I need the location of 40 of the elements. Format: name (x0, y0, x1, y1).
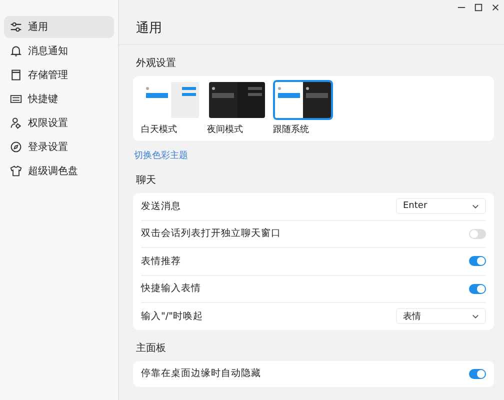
setting-label: 输入"/"时唤起 (141, 310, 203, 323)
theme-option[interactable] (207, 80, 267, 120)
people-icon (10, 117, 22, 129)
section-heading: 外观设置 (135, 56, 177, 71)
section-heading: 聊天 (135, 174, 157, 188)
theme-label: 夜间模式 (207, 124, 244, 136)
toggle-switch[interactable] (469, 368, 486, 379)
toggle-switch[interactable] (469, 284, 486, 294)
sidebar-item[interactable]: 权限设置 (4, 112, 114, 134)
sidebar-item[interactable]: 消息通知 (4, 40, 114, 62)
sidebar-item[interactable]: 快捷键 (4, 88, 114, 110)
sidebar-item[interactable]: 登录设置 (4, 136, 114, 158)
theme-color-link[interactable]: 切换色彩主题 (133, 141, 189, 162)
toggle-switch[interactable] (469, 228, 486, 239)
setting-label: 停靠在桌面边缘时自动隐藏 (141, 367, 261, 380)
chevron-icon (472, 204, 479, 209)
section-heading: 主面板 (135, 342, 167, 356)
dropdown[interactable]: 表情 (396, 308, 486, 324)
compass-icon (10, 141, 22, 153)
book-icon (10, 69, 22, 81)
dropdown[interactable]: Enter (396, 198, 486, 214)
sliders-icon (10, 21, 22, 33)
theme-label: 跟随系统 (273, 124, 310, 136)
chevron-icon (472, 314, 479, 319)
toggle-switch[interactable] (469, 256, 486, 266)
setting-label: 发送消息 (141, 200, 181, 213)
setting-label: 快捷输入表情 (141, 282, 201, 296)
setting-label: 双击会话列表打开独立聊天窗口 (141, 227, 281, 240)
shirt-icon (10, 165, 22, 177)
sidebar-item[interactable]: 存储管理 (4, 64, 114, 86)
page-title: 通用 (119, 0, 504, 45)
close-icon[interactable] (491, 3, 500, 12)
theme-option[interactable] (273, 80, 333, 120)
bell-icon (10, 45, 22, 57)
sidebar-item[interactable]: 通用 (4, 16, 114, 38)
maximize-icon[interactable] (474, 3, 483, 12)
setting-label: 表情推荐 (141, 254, 181, 268)
theme-label: 白天模式 (141, 124, 178, 136)
sidebar-item[interactable]: 超级调色盘 (4, 160, 114, 182)
keyboard-icon (10, 93, 22, 105)
